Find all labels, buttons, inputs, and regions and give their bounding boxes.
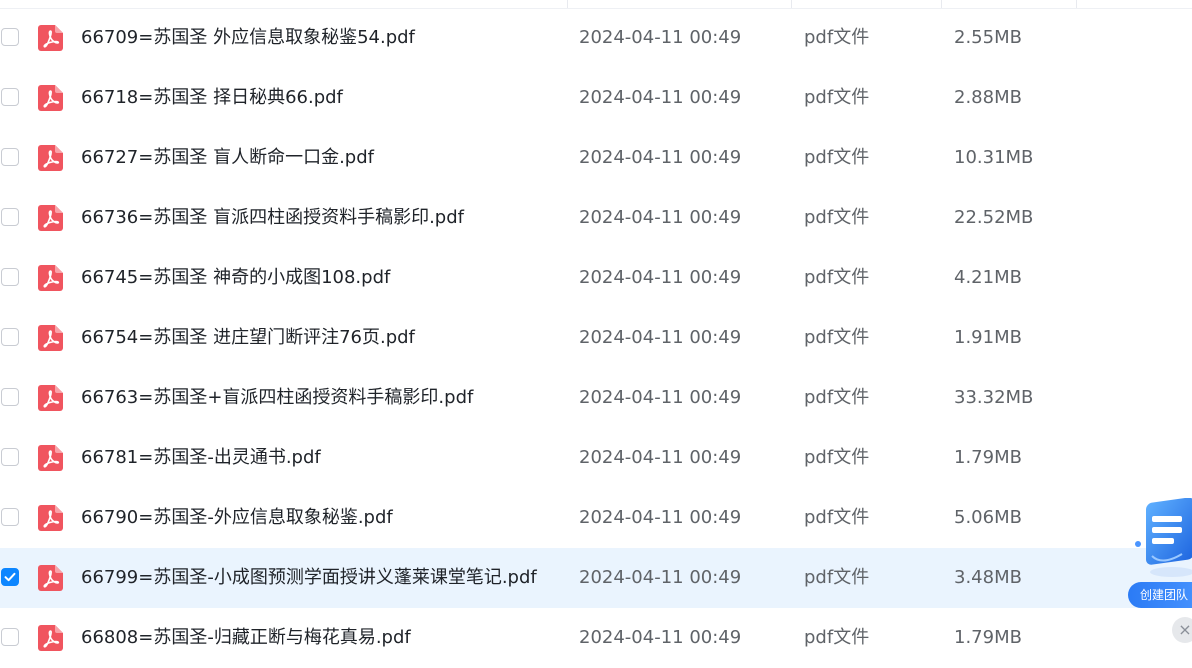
file-row[interactable]: 66709=苏国圣 外应信息取象秘鉴54.pdf 2024-04-11 00:49… — [0, 8, 1192, 68]
pdf-file-icon — [38, 505, 63, 531]
file-row[interactable]: 66781=苏国圣-出灵通书.pdf 2024-04-11 00:49 pdf文件 1… — [0, 428, 1192, 488]
file-type: pdf文件 — [804, 447, 870, 468]
file-row[interactable]: 66790=苏国圣-外应信息取象秘鉴.pdf 2024-04-11 00:49 pd… — [0, 488, 1192, 548]
file-list: 66709=苏国圣 外应信息取象秘鉴54.pdf 2024-04-11 00:49… — [0, 0, 1192, 654]
file-name[interactable]: 66745=苏国圣 神奇的小成图108.pdf — [81, 248, 390, 308]
create-team-widget[interactable]: 创建团队 — [1128, 497, 1192, 610]
pdf-file-icon — [38, 385, 63, 411]
file-row[interactable]: 66718=苏国圣 择日秘典66.pdf 2024-04-11 00:49 pdf文… — [0, 68, 1192, 128]
modified-date: 2024-04-11 00:49 — [579, 267, 742, 288]
file-name[interactable]: 66799=苏国圣-小成图预测学面授讲义蓬莱课堂笔记.pdf — [81, 548, 537, 608]
file-size: 1.79MB — [954, 627, 1022, 648]
file-type: pdf文件 — [804, 507, 870, 528]
file-size: 22.52MB — [954, 207, 1034, 228]
column-divider[interactable] — [567, 0, 568, 8]
file-type: pdf文件 — [804, 207, 870, 228]
file-size: 3.48MB — [954, 567, 1022, 588]
file-type: pdf文件 — [804, 627, 870, 648]
file-name[interactable]: 66781=苏国圣-出灵通书.pdf — [81, 428, 321, 488]
column-divider[interactable] — [1076, 0, 1077, 8]
file-row[interactable]: 66763=苏国圣+盲派四柱函授资料手稿影印.pdf 2024-04-11 00:… — [0, 368, 1192, 428]
file-type: pdf文件 — [804, 327, 870, 348]
checkbox[interactable] — [1, 448, 19, 466]
pdf-file-icon — [38, 565, 63, 591]
check-icon — [4, 572, 16, 582]
file-size: 1.79MB — [954, 447, 1022, 468]
pdf-file-icon — [38, 445, 63, 471]
file-name[interactable]: 66754=苏国圣 进庄望门断评注76页.pdf — [81, 308, 415, 368]
checkbox[interactable] — [1, 508, 19, 526]
file-name[interactable]: 66763=苏国圣+盲派四柱函授资料手稿影印.pdf — [81, 368, 473, 428]
file-row[interactable]: 66727=苏国圣 盲人断命一口金.pdf 2024-04-11 00:49 pdf… — [0, 128, 1192, 188]
file-size: 33.32MB — [954, 387, 1034, 408]
file-name[interactable]: 66808=苏国圣-归藏正断与梅花真易.pdf — [81, 608, 411, 668]
file-type: pdf文件 — [804, 27, 870, 48]
file-size: 4.21MB — [954, 267, 1022, 288]
pdf-file-icon — [38, 205, 63, 231]
modified-date: 2024-04-11 00:49 — [579, 207, 742, 228]
file-type: pdf文件 — [804, 267, 870, 288]
team-3d-icon — [1135, 497, 1192, 577]
file-type: pdf文件 — [804, 147, 870, 168]
modified-date: 2024-04-11 00:49 — [579, 147, 742, 168]
modified-date: 2024-04-11 00:49 — [579, 327, 742, 348]
file-name[interactable]: 66790=苏国圣-外应信息取象秘鉴.pdf — [81, 488, 393, 548]
pdf-file-icon — [38, 145, 63, 171]
pdf-file-icon — [38, 25, 63, 51]
modified-date: 2024-04-11 00:49 — [579, 87, 742, 108]
pdf-file-icon — [38, 85, 63, 111]
create-team-button[interactable]: 创建团队 — [1128, 582, 1192, 608]
checkbox[interactable] — [1, 388, 19, 406]
file-row[interactable]: 66736=苏国圣 盲派四柱函授资料手稿影印.pdf 2024-04-11 00:… — [0, 188, 1192, 248]
modified-date: 2024-04-11 00:49 — [579, 447, 742, 468]
close-widget-button[interactable]: × — [1172, 617, 1192, 643]
file-type: pdf文件 — [804, 387, 870, 408]
modified-date: 2024-04-11 00:49 — [579, 27, 742, 48]
checkbox[interactable] — [1, 328, 19, 346]
file-row[interactable]: 66799=苏国圣-小成图预测学面授讲义蓬莱课堂笔记.pdf 2024-04-11… — [0, 548, 1192, 608]
checkbox[interactable] — [1, 268, 19, 286]
file-row[interactable]: 66808=苏国圣-归藏正断与梅花真易.pdf 2024-04-11 00:49 p… — [0, 608, 1192, 668]
file-name[interactable]: 66718=苏国圣 择日秘典66.pdf — [81, 68, 343, 128]
file-row[interactable]: 66745=苏国圣 神奇的小成图108.pdf 2024-04-11 00:49 p… — [0, 248, 1192, 308]
pdf-file-icon — [38, 265, 63, 291]
file-size: 2.88MB — [954, 87, 1022, 108]
modified-date: 2024-04-11 00:49 — [579, 627, 742, 648]
modified-date: 2024-04-11 00:49 — [579, 507, 742, 528]
file-size: 1.91MB — [954, 327, 1022, 348]
modified-date: 2024-04-11 00:49 — [579, 387, 742, 408]
pdf-file-icon — [38, 325, 63, 351]
file-type: pdf文件 — [804, 87, 870, 108]
checkbox-checked[interactable] — [1, 568, 19, 586]
file-size: 10.31MB — [954, 147, 1034, 168]
file-type: pdf文件 — [804, 567, 870, 588]
checkbox[interactable] — [1, 88, 19, 106]
checkbox[interactable] — [1, 148, 19, 166]
file-name[interactable]: 66709=苏国圣 外应信息取象秘鉴54.pdf — [81, 8, 415, 68]
column-divider[interactable] — [791, 0, 792, 8]
file-size: 5.06MB — [954, 507, 1022, 528]
file-name[interactable]: 66736=苏国圣 盲派四柱函授资料手稿影印.pdf — [81, 188, 464, 248]
modified-date: 2024-04-11 00:49 — [579, 567, 742, 588]
file-size: 2.55MB — [954, 27, 1022, 48]
column-divider[interactable] — [941, 0, 942, 8]
checkbox[interactable] — [1, 628, 19, 646]
file-name[interactable]: 66727=苏国圣 盲人断命一口金.pdf — [81, 128, 374, 188]
file-row[interactable]: 66754=苏国圣 进庄望门断评注76页.pdf 2024-04-11 00:49… — [0, 308, 1192, 368]
checkbox[interactable] — [1, 208, 19, 226]
checkbox[interactable] — [1, 28, 19, 46]
pdf-file-icon — [38, 625, 63, 651]
